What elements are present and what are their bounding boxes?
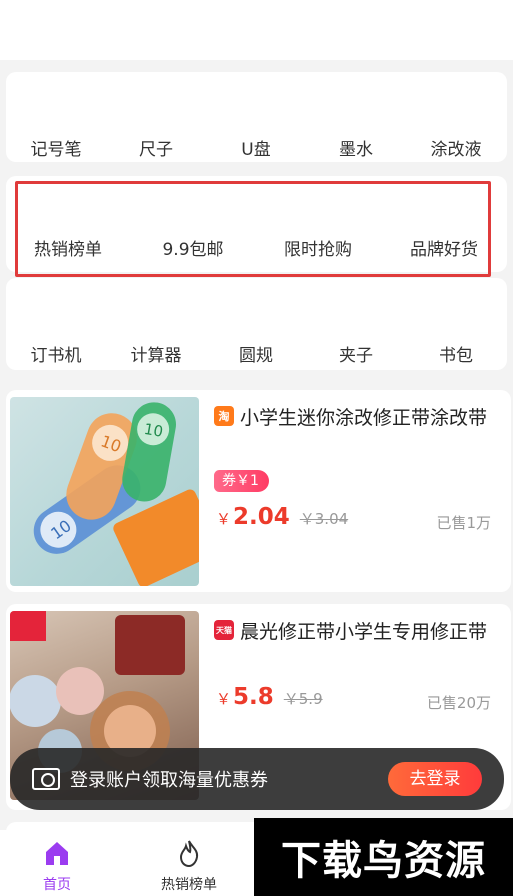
correction-tape-illustration: 10 10 10 (33, 402, 199, 586)
category-item[interactable]: 9.9包邮 (143, 238, 243, 262)
top-bar (0, 0, 513, 60)
tab-home[interactable]: 首页 (2, 838, 112, 894)
sold-count: 已售1万 (436, 514, 491, 532)
category-item[interactable]: 尺子 (106, 138, 206, 162)
category-row-2: 热销榜单 9.9包邮 限时抢购 品牌好货 (6, 176, 507, 272)
svg-text:10: 10 (143, 420, 165, 441)
category-item[interactable]: 记号笔 (6, 138, 106, 162)
tab-label: 热销榜单 (161, 877, 217, 893)
tmall-icon: 天猫 (214, 620, 234, 640)
category-item[interactable]: 品牌好货 (394, 238, 494, 262)
original-price: ￥3.04 (299, 510, 349, 528)
category-item[interactable]: 限时抢购 (268, 238, 368, 262)
ticket-icon (32, 768, 60, 790)
product-title[interactable]: 晨光修正带小学生专用修正带 (240, 617, 487, 644)
original-price: ￥5.9 (283, 690, 323, 708)
flame-icon (179, 840, 199, 868)
product-card[interactable]: 10 10 10 淘 小学生迷你涂改修正带涂改带 券￥1 ￥ 2.04 ￥3.0… (6, 390, 511, 592)
category-item[interactable]: 涂改液 (406, 138, 506, 162)
login-banner-text: 登录账户领取海量优惠券 (70, 770, 268, 791)
current-price: 2.04 (233, 504, 290, 530)
product-title[interactable]: 小学生迷你涂改修正带涂改带 (240, 403, 487, 430)
product-image[interactable]: 10 10 10 (10, 397, 199, 586)
category-item[interactable]: 计算器 (106, 344, 206, 368)
category-item[interactable]: U盘 (206, 138, 306, 162)
tab-label: 首页 (43, 877, 71, 893)
currency-symbol: ￥ (216, 690, 232, 708)
home-icon (46, 842, 68, 865)
watermark: 下载鸟资源 (254, 818, 513, 896)
category-item[interactable]: 热销榜单 (18, 238, 118, 262)
tab-hot-list[interactable]: 热销榜单 (134, 838, 244, 894)
currency-symbol: ￥ (216, 510, 232, 528)
watermark-text: 下载鸟资源 (281, 838, 486, 884)
price-row: ￥ 5.8 ￥5.9 (216, 684, 323, 710)
login-button[interactable]: 去登录 (388, 762, 482, 796)
category-item[interactable]: 圆规 (206, 344, 306, 368)
category-row-3: 订书机 计算器 圆规 夹子 书包 (6, 278, 507, 370)
category-item[interactable]: 书包 (406, 344, 506, 368)
login-banner: 登录账户领取海量优惠券 去登录 (10, 748, 504, 810)
category-item[interactable]: 订书机 (6, 344, 106, 368)
category-row-1: 记号笔 尺子 U盘 墨水 涂改液 (6, 72, 507, 162)
taobao-icon: 淘 (214, 406, 234, 426)
sold-count: 已售20万 (426, 694, 491, 712)
coupon-badge: 券￥1 (214, 470, 269, 492)
price-row: ￥ 2.04 ￥3.04 (216, 504, 348, 530)
category-item[interactable]: 墨水 (306, 138, 406, 162)
product-title-row[interactable]: 淘 小学生迷你涂改修正带涂改带 (214, 402, 504, 430)
current-price: 5.8 (233, 684, 274, 710)
product-title-row[interactable]: 天猫 晨光修正带小学生专用修正带 (214, 616, 504, 644)
category-item[interactable]: 夹子 (306, 344, 406, 368)
